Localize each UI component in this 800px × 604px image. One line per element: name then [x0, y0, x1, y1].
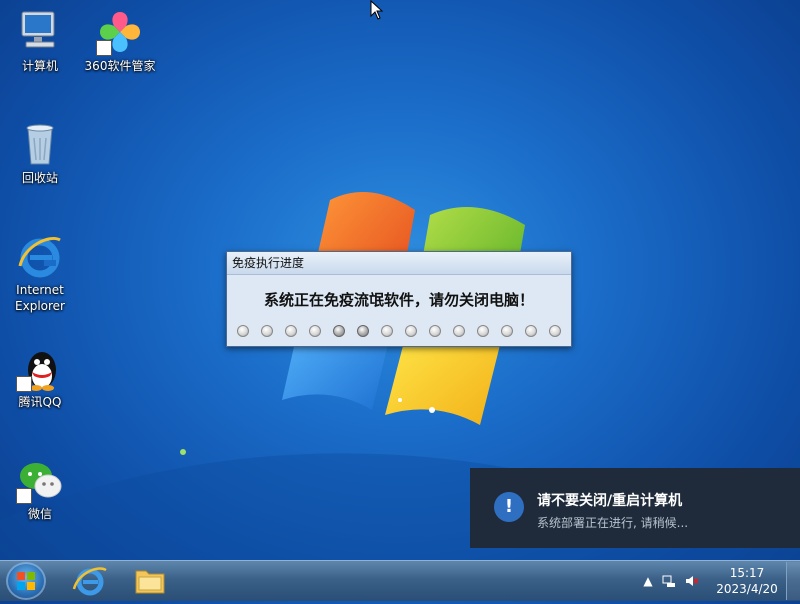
volume-muted-icon[interactable]	[685, 574, 699, 588]
progress-dot	[309, 325, 321, 337]
taskbar-file-explorer[interactable]	[122, 563, 178, 599]
show-desktop-button[interactable]	[786, 562, 800, 600]
clock-time: 15:17	[729, 566, 765, 580]
shortcut-arrow-icon	[16, 376, 32, 392]
folder-icon	[135, 570, 165, 594]
progress-dot-active	[357, 325, 369, 337]
desktop-icon-wechat[interactable]: 微信	[0, 456, 80, 522]
start-button[interactable]	[6, 562, 46, 600]
progress-dot-active	[333, 325, 345, 337]
show-hidden-icons-icon[interactable]: ▲	[641, 574, 655, 588]
shortcut-arrow-icon	[16, 488, 32, 504]
progress-dot	[285, 325, 297, 337]
360-software-manager-icon	[96, 8, 144, 56]
desktop-icon-qq[interactable]: 腾讯QQ	[0, 344, 80, 410]
progress-dot	[405, 325, 417, 337]
computer-icon	[16, 8, 64, 56]
desktop-icon-label: 回收站	[21, 171, 58, 185]
internet-explorer-icon	[16, 232, 64, 280]
desktop-icon-label: 计算机	[21, 59, 58, 73]
progress-dot	[453, 325, 465, 337]
recycle-bin-icon	[16, 120, 64, 168]
desktop-icon-internet-explorer[interactable]: Internet Explorer	[0, 232, 80, 314]
notification-title: 请不要关闭/重启计算机	[537, 493, 683, 509]
dialog-title: 免疫执行进度	[227, 252, 571, 275]
clock-date: 2023/4/20	[716, 582, 778, 596]
desktop-icon-label: 腾讯QQ	[18, 395, 62, 409]
info-icon: !	[494, 492, 524, 522]
internet-explorer-icon	[72, 567, 107, 596]
desktop-icon-label: 360软件管家	[84, 59, 156, 73]
progress-dot	[237, 325, 249, 337]
progress-dots	[237, 325, 561, 337]
desktop-icon-360-software-manager[interactable]: 360软件管家	[80, 8, 160, 74]
desktop-icon-recycle-bin[interactable]: 回收站	[0, 120, 80, 186]
deployment-notification[interactable]: ! 请不要关闭/重启计算机 系统部署正在进行, 请稍候...	[470, 468, 800, 548]
windows-logo-icon	[17, 572, 35, 590]
desktop-icon-label: 微信	[27, 507, 52, 521]
progress-dot	[501, 325, 513, 337]
mouse-cursor-icon	[370, 0, 384, 20]
qq-icon	[16, 344, 64, 392]
taskbar: ▲ 15:17 2023/4/20	[0, 560, 800, 601]
progress-dot	[381, 325, 393, 337]
progress-dot	[525, 325, 537, 337]
progress-dot	[549, 325, 561, 337]
taskbar-internet-explorer[interactable]	[62, 563, 118, 599]
progress-dot	[477, 325, 489, 337]
immunization-progress-dialog: 免疫执行进度 系统正在免疫流氓软件，请勿关闭电脑！	[226, 251, 572, 347]
desktop-icon-label: Internet Explorer	[15, 283, 65, 313]
shortcut-arrow-icon	[96, 40, 112, 56]
desktop-icon-computer[interactable]: 计算机	[0, 8, 80, 74]
network-icon[interactable]	[662, 574, 676, 588]
progress-dot	[429, 325, 441, 337]
system-clock[interactable]: 15:17 2023/4/20	[712, 565, 782, 597]
wechat-icon	[16, 456, 64, 504]
dialog-message: 系统正在免疫流氓软件，请勿关闭电脑！	[263, 291, 534, 309]
progress-dot	[261, 325, 273, 337]
notification-body: 系统部署正在进行, 请稍候...	[537, 516, 689, 530]
